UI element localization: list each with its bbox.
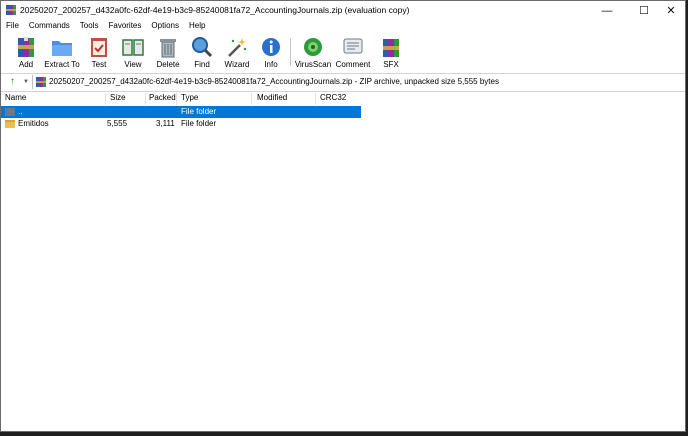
- list-item-parent[interactable]: .. File folder: [1, 106, 361, 118]
- address-text: 20250207_200257_d432a0fc-62df-4e19-b3c9-…: [49, 77, 499, 86]
- sfx-button[interactable]: SFX: [371, 35, 411, 72]
- list-item-emitidos[interactable]: Emitidos 5,555 3,111 File folder: [1, 118, 361, 130]
- menu-tools[interactable]: Tools: [75, 20, 104, 34]
- toolbar-separator: [290, 38, 291, 66]
- magnifier-icon: [192, 37, 213, 58]
- extract-to-button[interactable]: Extract To: [42, 35, 82, 72]
- add-label: Add: [18, 60, 34, 69]
- title-bar: 20250207_200257_d432a0fc-62df-4e19-b3c9-…: [1, 1, 685, 20]
- view-label: View: [124, 60, 142, 69]
- col-modified-header[interactable]: Modified: [257, 93, 316, 105]
- extract-to-label: Extract To: [44, 60, 80, 69]
- col-size-header[interactable]: Size: [110, 93, 146, 105]
- comment-button[interactable]: Comment: [333, 35, 373, 72]
- find-button[interactable]: Find: [182, 35, 222, 72]
- wand-icon: [228, 38, 247, 57]
- toolbar: Add Extract To Test View Delete Find Wiz…: [1, 34, 685, 72]
- close-button[interactable]: ✕: [655, 1, 685, 20]
- address-bar: ↑ ▼ 20250207_200257_d432a0fc-62df-4e19-b…: [1, 73, 685, 92]
- virusscan-label: VirusScan: [294, 60, 332, 69]
- folder-icon: [5, 120, 15, 128]
- add-button[interactable]: Add: [6, 35, 46, 72]
- row-name: ..: [18, 107, 23, 116]
- sfx-label: SFX: [383, 60, 399, 69]
- taskbar-edge: [0, 432, 688, 436]
- menu-bar: File Commands Tools Favorites Options He…: [1, 20, 685, 34]
- row-size: 5,555: [107, 119, 128, 128]
- col-type-header[interactable]: Type: [181, 93, 252, 105]
- menu-favorites[interactable]: Favorites: [103, 20, 146, 34]
- column-header-row: Name Size Packed Type Modified CRC32: [1, 92, 685, 105]
- test-clipboard-icon: [91, 38, 107, 57]
- row-type: File folder: [181, 119, 217, 128]
- winrar-app-icon: [6, 5, 16, 15]
- window-title: 20250207_200257_d432a0fc-62df-4e19-b3c9-…: [20, 5, 410, 15]
- info-button[interactable]: Info: [251, 35, 291, 72]
- view-book-icon: [122, 39, 144, 56]
- zip-archive-icon: [36, 77, 46, 87]
- menu-file[interactable]: File: [1, 20, 24, 34]
- comment-label: Comment: [335, 60, 371, 69]
- winrar-window: 20250207_200257_d432a0fc-62df-4e19-b3c9-…: [0, 0, 686, 432]
- add-archive-icon: [18, 37, 34, 57]
- parent-folder-icon: [5, 108, 15, 116]
- extract-folder-icon: [52, 41, 72, 56]
- view-button[interactable]: View: [113, 35, 153, 72]
- info-icon: [262, 38, 280, 56]
- col-packed-header[interactable]: Packed: [149, 93, 177, 105]
- address-field[interactable]: 20250207_200257_d432a0fc-62df-4e19-b3c9-…: [32, 75, 685, 89]
- menu-options[interactable]: Options: [146, 20, 184, 34]
- row-type: File folder: [181, 107, 217, 116]
- up-arrow-icon[interactable]: ↑: [10, 76, 22, 88]
- info-label: Info: [264, 60, 278, 69]
- minimize-button[interactable]: —: [591, 1, 623, 20]
- trash-icon: [160, 39, 176, 58]
- virusscan-button[interactable]: VirusScan: [293, 35, 333, 72]
- comment-icon: [343, 38, 363, 54]
- chevron-down-icon[interactable]: ▼: [23, 75, 31, 89]
- menu-commands[interactable]: Commands: [24, 20, 75, 34]
- col-crc32-header[interactable]: CRC32: [320, 93, 360, 105]
- col-name-header[interactable]: Name: [5, 93, 106, 105]
- virus-scan-icon: [304, 38, 322, 56]
- row-name: Emitidos: [18, 119, 49, 128]
- row-packed: 3,111: [156, 119, 175, 128]
- sfx-box-icon: [383, 39, 399, 57]
- menu-help[interactable]: Help: [184, 20, 210, 34]
- find-label: Find: [194, 60, 210, 69]
